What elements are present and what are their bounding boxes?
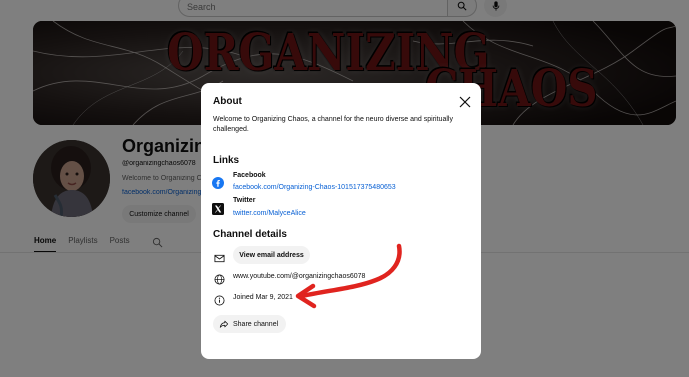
about-title: About [213, 96, 242, 107]
share-channel-label: Share channel [233, 320, 279, 328]
joined-date: Joined Mar 9, 2021 [233, 294, 293, 301]
facebook-link-name: Facebook [233, 172, 266, 179]
close-icon [459, 96, 471, 108]
facebook-icon [212, 176, 224, 189]
x-twitter-icon [212, 202, 224, 215]
twitter-link-name: Twitter [233, 197, 256, 204]
facebook-link-url[interactable]: facebook.com/Organizing-Chaos-1015173754… [233, 184, 396, 191]
channel-url[interactable]: www.youtube.com/@organizingchaos6078 [233, 273, 365, 280]
globe-icon [214, 272, 225, 285]
share-icon [219, 320, 229, 328]
view-email-button[interactable]: View email address [233, 246, 310, 264]
about-dialog: About Welcome to Organizing Chaos, a cha… [201, 83, 481, 359]
close-button[interactable] [459, 95, 471, 108]
channel-details-heading: Channel details [213, 229, 287, 240]
about-description: Welcome to Organizing Chaos, a channel f… [213, 116, 453, 133]
mail-icon [214, 251, 225, 263]
links-heading: Links [213, 155, 240, 166]
info-icon [214, 293, 225, 306]
share-channel-button[interactable]: Share channel [213, 315, 286, 333]
twitter-link-url[interactable]: twitter.com/MalyceAlice [233, 210, 306, 217]
